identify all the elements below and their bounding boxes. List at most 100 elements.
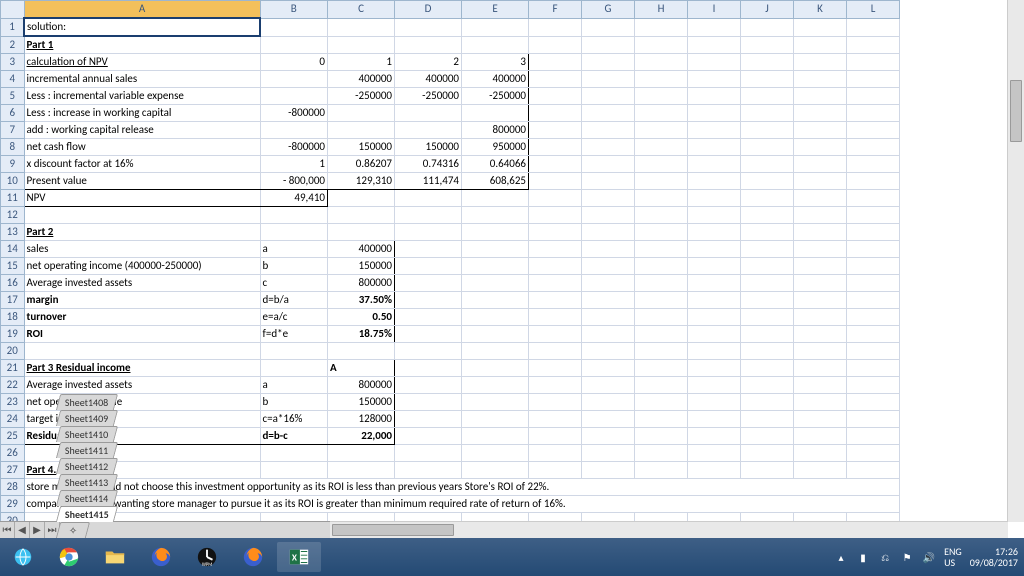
cell-L11[interactable]: [847, 190, 900, 207]
cell-D13[interactable]: [395, 224, 462, 241]
cell-C10[interactable]: 129,310: [328, 173, 395, 190]
tab-first-icon[interactable]: ⏮: [0, 522, 15, 538]
cell-G27[interactable]: [582, 462, 635, 479]
cell-K14[interactable]: [794, 241, 847, 258]
cell-G13[interactable]: [582, 224, 635, 241]
row-header-10[interactable]: 10: [1, 173, 25, 190]
cell-G25[interactable]: [582, 428, 635, 445]
cell-E6[interactable]: [462, 105, 529, 122]
cell-E14[interactable]: [462, 241, 529, 258]
cell-F15[interactable]: [529, 258, 582, 275]
cell-I15[interactable]: [688, 258, 741, 275]
vscroll-thumb[interactable]: [1010, 80, 1022, 142]
cell-L16[interactable]: [847, 275, 900, 292]
cell-I12[interactable]: [688, 207, 741, 224]
row-header-13[interactable]: 13: [1, 224, 25, 241]
cell-D16[interactable]: [395, 275, 462, 292]
hscroll-thumb[interactable]: [332, 524, 454, 536]
cell-K13[interactable]: [794, 224, 847, 241]
cell-D26[interactable]: [395, 445, 462, 462]
network-icon[interactable]: ⎌: [878, 550, 892, 564]
cell-E10[interactable]: 608,625: [462, 173, 529, 190]
cell-B27[interactable]: [260, 462, 328, 479]
cell-J9[interactable]: [741, 156, 794, 173]
cell-L18[interactable]: [847, 309, 900, 326]
cell-K24[interactable]: [794, 411, 847, 428]
col-header-G[interactable]: G: [582, 1, 635, 19]
cell-K5[interactable]: [794, 88, 847, 105]
cell-F8[interactable]: [529, 139, 582, 156]
cell-H14[interactable]: [635, 241, 688, 258]
cell-B16[interactable]: c: [260, 275, 328, 292]
cell-G14[interactable]: [582, 241, 635, 258]
cell-K26[interactable]: [794, 445, 847, 462]
cell-H25[interactable]: [635, 428, 688, 445]
cell-A1[interactable]: solution:: [24, 18, 260, 36]
cell-G19[interactable]: [582, 326, 635, 343]
cell-J15[interactable]: [741, 258, 794, 275]
cell-D5[interactable]: -250000: [395, 88, 462, 105]
cell-C5[interactable]: -250000: [328, 88, 395, 105]
cell-F14[interactable]: [529, 241, 582, 258]
cell-K6[interactable]: [794, 105, 847, 122]
cell-C21[interactable]: A: [328, 360, 395, 377]
cell-H20[interactable]: [635, 343, 688, 360]
row-header-4[interactable]: 4: [1, 71, 25, 88]
col-header-A[interactable]: A: [24, 1, 260, 19]
cell-C2[interactable]: [328, 36, 395, 54]
cell-E19[interactable]: [462, 326, 529, 343]
cell-C7[interactable]: [328, 122, 395, 139]
cell-E24[interactable]: [462, 411, 529, 428]
cell-I24[interactable]: [688, 411, 741, 428]
cell-K16[interactable]: [794, 275, 847, 292]
cell-H12[interactable]: [635, 207, 688, 224]
cell-H22[interactable]: [635, 377, 688, 394]
cell-A7[interactable]: add : working capital release: [24, 122, 260, 139]
cell-K17[interactable]: [794, 292, 847, 309]
cell-L7[interactable]: [847, 122, 900, 139]
cell-B11[interactable]: 49,410: [260, 190, 328, 207]
new-sheet-icon[interactable]: ✧: [56, 522, 90, 538]
cell-G16[interactable]: [582, 275, 635, 292]
sheet-tab-Sheet1409[interactable]: Sheet1409: [56, 410, 118, 426]
cell-F23[interactable]: [529, 394, 582, 411]
cell-F24[interactable]: [529, 411, 582, 428]
cell-C8[interactable]: 150000: [328, 139, 395, 156]
cell-L23[interactable]: [847, 394, 900, 411]
cell-L12[interactable]: [847, 207, 900, 224]
horizontal-scrollbar[interactable]: [330, 521, 1008, 538]
cell-I25[interactable]: [688, 428, 741, 445]
cell-A10[interactable]: Present value: [24, 173, 260, 190]
cell-F5[interactable]: [529, 88, 582, 105]
cell-I9[interactable]: [688, 156, 741, 173]
row-header-16[interactable]: 16: [1, 275, 25, 292]
cell-H1[interactable]: [635, 18, 688, 36]
cell-D21[interactable]: [395, 360, 462, 377]
cell-G17[interactable]: [582, 292, 635, 309]
cell-C18[interactable]: 0.50: [328, 309, 395, 326]
cell-I7[interactable]: [688, 122, 741, 139]
cell-B20[interactable]: [260, 343, 328, 360]
row-header-8[interactable]: 8: [1, 139, 25, 156]
cell-A20[interactable]: [24, 343, 260, 360]
cell-K21[interactable]: [794, 360, 847, 377]
sheet-tab-Sheet1411[interactable]: Sheet1411: [56, 442, 118, 458]
cell-K19[interactable]: [794, 326, 847, 343]
cell-F7[interactable]: [529, 122, 582, 139]
col-header-J[interactable]: J: [741, 1, 794, 19]
row-header-3[interactable]: 3: [1, 54, 25, 71]
cell-G7[interactable]: [582, 122, 635, 139]
cell-D6[interactable]: [395, 105, 462, 122]
cell-J13[interactable]: [741, 224, 794, 241]
cell-L20[interactable]: [847, 343, 900, 360]
cell-F21[interactable]: [529, 360, 582, 377]
row-header-7[interactable]: 7: [1, 122, 25, 139]
cell-J8[interactable]: [741, 139, 794, 156]
cell-B3[interactable]: 0: [260, 54, 328, 71]
cell-F16[interactable]: [529, 275, 582, 292]
cell-I16[interactable]: [688, 275, 741, 292]
cell-H21[interactable]: [635, 360, 688, 377]
cell-D24[interactable]: [395, 411, 462, 428]
cell-A21[interactable]: Part 3 Residual income: [24, 360, 260, 377]
cell-J12[interactable]: [741, 207, 794, 224]
